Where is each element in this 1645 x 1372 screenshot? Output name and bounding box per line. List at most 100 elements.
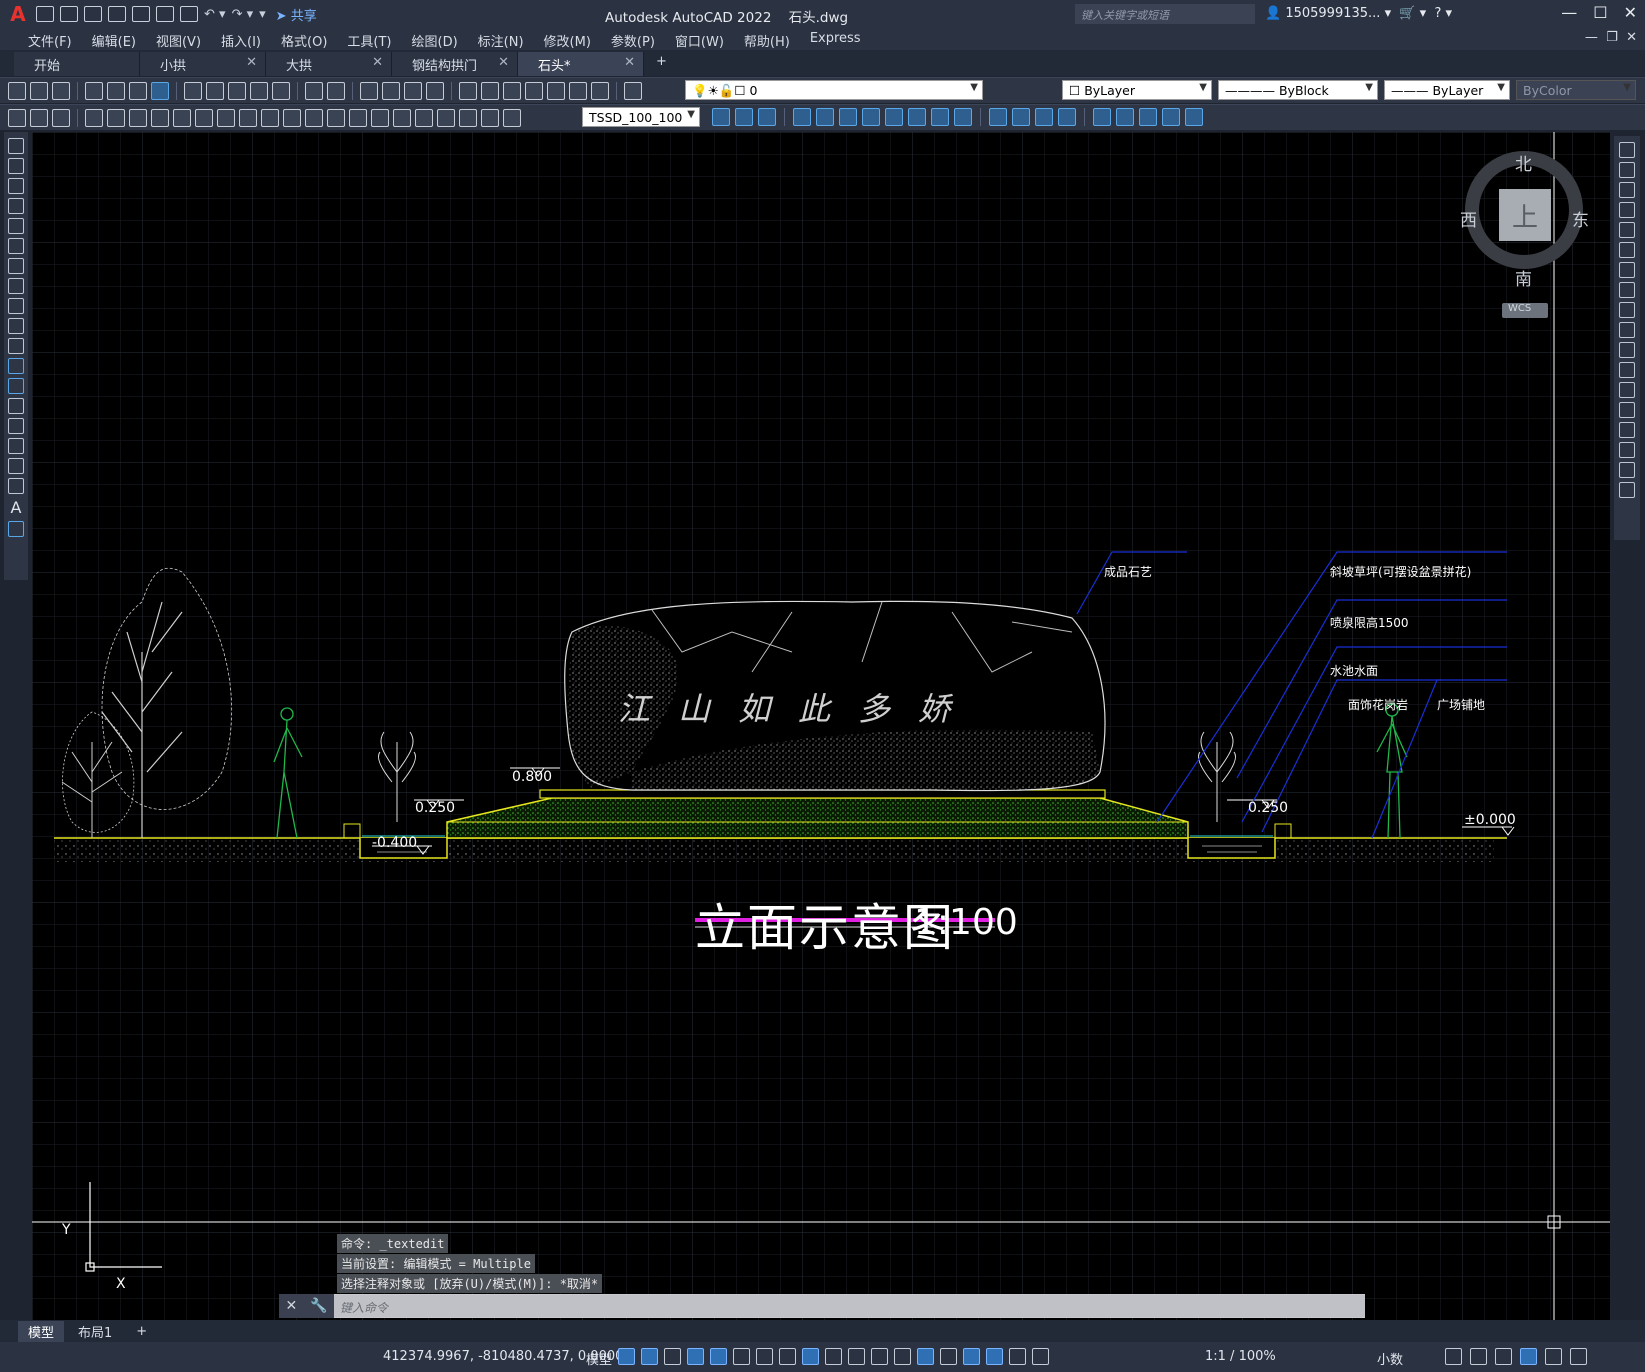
separate-icon[interactable] (1035, 108, 1053, 126)
save-icon[interactable] (84, 6, 102, 22)
3dprint-icon[interactable] (151, 81, 169, 100)
model-space-toggle[interactable]: 模型 (586, 1349, 612, 1368)
transparency-icon[interactable] (848, 1348, 865, 1365)
tolerance-icon[interactable] (371, 108, 389, 127)
point-icon[interactable] (8, 398, 24, 414)
region-icon[interactable] (8, 458, 24, 474)
save-as-icon[interactable] (108, 6, 126, 22)
fillet-icon[interactable] (1619, 442, 1635, 458)
close-icon[interactable]: ✕ (498, 55, 509, 70)
line-icon[interactable] (8, 138, 24, 154)
close-icon[interactable]: ✕ (372, 55, 383, 70)
mtext-icon[interactable]: A (11, 498, 22, 517)
linear-dim-icon[interactable] (85, 108, 103, 127)
close-button[interactable]: ✕ (1624, 3, 1637, 22)
viewcube-east[interactable]: 东 (1572, 206, 1589, 231)
radius-dim-icon[interactable] (173, 108, 191, 127)
menu-view[interactable]: 视图(V) (146, 28, 211, 50)
command-input[interactable]: 键入命令 (334, 1295, 1365, 1317)
hardware-acceleration-icon[interactable] (1520, 1348, 1537, 1365)
clean-icon[interactable] (1012, 108, 1030, 126)
trim-icon[interactable] (1619, 322, 1635, 338)
thicken-icon[interactable] (1162, 108, 1180, 126)
undo-icon[interactable] (305, 81, 323, 100)
center-mark-icon[interactable] (393, 108, 411, 127)
blend-curves-icon[interactable] (1619, 462, 1635, 478)
grid-icon[interactable] (618, 1348, 635, 1365)
dim-text-edit-icon[interactable] (481, 108, 499, 127)
maximize-button[interactable]: ☐ (1593, 3, 1607, 22)
object-snap-icon[interactable] (802, 1348, 819, 1365)
close-icon[interactable]: ✕ (246, 55, 257, 70)
erase-icon[interactable] (1619, 142, 1635, 158)
scale-icon[interactable] (1619, 282, 1635, 298)
construction-line-icon[interactable] (8, 158, 24, 174)
break-at-point-icon[interactable] (1619, 362, 1635, 378)
union-icon[interactable] (712, 108, 730, 126)
minimize-button[interactable]: — (1561, 3, 1577, 22)
markup-icon[interactable] (547, 81, 565, 100)
clean-screen-icon[interactable] (1545, 1348, 1562, 1365)
stretch-icon[interactable] (1619, 302, 1635, 318)
dim-space-icon[interactable] (327, 108, 345, 127)
baseline-dim-icon[interactable] (283, 108, 301, 127)
viewcube-west[interactable]: 西 (1460, 206, 1477, 231)
menu-dimension[interactable]: 标注(N) (468, 28, 534, 50)
isodraft-icon[interactable] (756, 1348, 773, 1365)
save-icon[interactable] (52, 81, 70, 100)
shell-icon[interactable] (1058, 108, 1076, 126)
delete-faces-icon[interactable] (862, 108, 880, 126)
wcs-menu[interactable]: WCS (1502, 303, 1548, 318)
insert-block-icon[interactable] (8, 358, 24, 374)
extract-edges-icon[interactable] (1116, 108, 1134, 126)
check-icon[interactable] (1093, 108, 1111, 126)
file-tab-start[interactable]: 开始 (14, 52, 140, 76)
continue-dim-icon[interactable] (305, 108, 323, 127)
units-value[interactable]: 小数 (1377, 1349, 1403, 1368)
paste-icon[interactable] (228, 81, 246, 100)
3d-osnap-icon[interactable] (894, 1348, 911, 1365)
move-icon[interactable] (1619, 242, 1635, 258)
ellipse-icon[interactable] (8, 318, 24, 334)
save-web-icon[interactable] (156, 6, 174, 22)
cut-icon[interactable] (184, 81, 202, 100)
ordinate-dim-icon[interactable] (151, 108, 169, 127)
imprint-icon[interactable] (989, 108, 1007, 126)
menu-help[interactable]: 帮助(H) (734, 28, 800, 50)
snap-icon[interactable] (641, 1348, 658, 1365)
match-properties-icon[interactable] (250, 81, 268, 100)
menu-window[interactable]: 窗口(W) (665, 28, 734, 50)
dim-edit-icon[interactable] (459, 108, 477, 127)
make-block-icon[interactable] (8, 378, 24, 394)
help-icon[interactable] (591, 81, 609, 100)
menu-edit[interactable]: 编辑(E) (82, 28, 146, 50)
menu-file[interactable]: 文件(F) (18, 28, 82, 50)
quick-dim-icon[interactable] (261, 108, 279, 127)
polyline-icon[interactable] (8, 178, 24, 194)
menu-tools[interactable]: 工具(T) (337, 28, 401, 50)
menu-modify[interactable]: 修改(M) (534, 28, 601, 50)
open-web-icon[interactable] (132, 6, 150, 22)
polygon-icon[interactable] (8, 198, 24, 214)
menu-draw[interactable]: 绘图(D) (402, 28, 468, 50)
layer-icon[interactable] (30, 108, 48, 127)
customize-icon[interactable]: 🔧 (310, 1298, 327, 1314)
mirror-icon[interactable] (1619, 182, 1635, 198)
tab-model[interactable]: 模型 (18, 1320, 65, 1342)
document-window-controls[interactable]: — ❐ ✕ (1585, 30, 1637, 45)
redo-icon[interactable]: ↷ ▾ (232, 7, 254, 22)
selection-cycling-icon[interactable] (871, 1348, 888, 1365)
annotation-visibility-icon[interactable] (986, 1348, 1003, 1365)
undo-icon[interactable]: ↶ ▾ (204, 7, 226, 22)
intersect-icon[interactable] (758, 108, 776, 126)
circle-icon[interactable] (8, 258, 24, 274)
sheet-set-icon[interactable] (525, 81, 543, 100)
share-button[interactable]: ➤ 共享 (276, 5, 317, 24)
polar-icon[interactable] (733, 1348, 750, 1365)
dimstyle-dropdown[interactable]: TSSD_100_100 ▼ (582, 107, 700, 127)
file-tab-steel-arch[interactable]: 钢结构拱门 ✕ (392, 52, 518, 76)
tool-palettes-icon[interactable] (503, 81, 521, 100)
customization-icon[interactable] (1570, 1348, 1587, 1365)
object-snap-tracking-icon[interactable] (779, 1348, 796, 1365)
open-icon[interactable] (30, 81, 48, 100)
